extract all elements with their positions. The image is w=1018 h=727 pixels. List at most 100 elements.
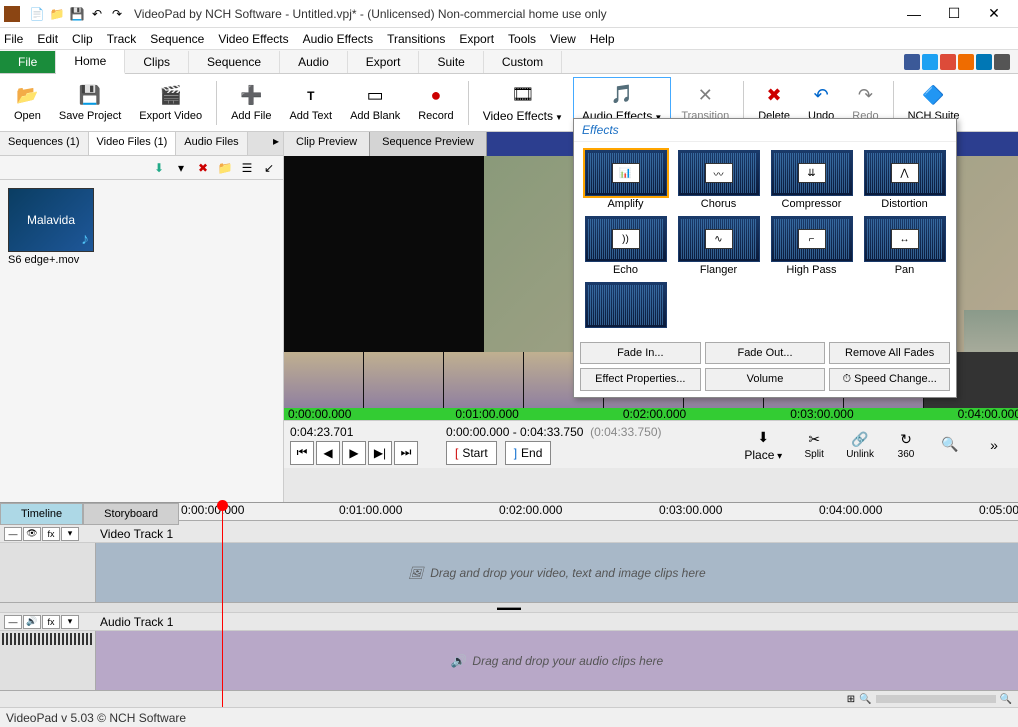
goto-end-button[interactable]: ⏭: [394, 441, 418, 465]
video-track[interactable]: 🖼 Drag and drop your video, text and ima…: [0, 543, 1018, 603]
volume-button[interactable]: Volume: [705, 368, 826, 391]
effect-properties-button[interactable]: Effect Properties...: [580, 368, 701, 391]
tab-sequences[interactable]: Sequences (1): [0, 132, 89, 155]
fx-icon[interactable]: fx: [42, 615, 60, 629]
panel-newfolder-icon[interactable]: 📁: [215, 158, 235, 178]
track-splitter[interactable]: ▬▬▬: [0, 603, 1018, 613]
tab-videofiles[interactable]: Video Files (1): [89, 132, 177, 155]
timeline-ruler[interactable]: 0:00:00.000 0:01:00.000 0:02:00.000 0:03…: [179, 503, 1018, 521]
panel-place-icon[interactable]: ↙: [259, 158, 279, 178]
end-button[interactable]: ]End: [505, 441, 552, 465]
effect-echo[interactable]: ))Echo: [582, 216, 669, 276]
tab-storyboard[interactable]: Storyboard: [83, 503, 179, 525]
googleplus-icon[interactable]: [940, 54, 956, 70]
ribbon-tab-clips[interactable]: Clips: [125, 51, 189, 73]
track-dropdown-icon[interactable]: ▾: [61, 527, 79, 541]
collapse-icon[interactable]: —: [4, 615, 22, 629]
menu-view[interactable]: View: [550, 32, 576, 46]
menu-audioeffects[interactable]: Audio Effects: [303, 32, 374, 46]
more-icon[interactable]: [994, 54, 1010, 70]
minimize-button[interactable]: —: [894, 1, 934, 27]
timeline-scrollbar[interactable]: [876, 695, 996, 703]
add-blank-button[interactable]: ▭Add Blank: [342, 77, 408, 129]
ribbon-tab-export[interactable]: Export: [348, 51, 420, 73]
ribbon-tab-home[interactable]: Home: [56, 50, 125, 74]
menu-clip[interactable]: Clip: [72, 32, 93, 46]
effect-flanger[interactable]: ∿Flanger: [675, 216, 762, 276]
ribbon-tab-suite[interactable]: Suite: [419, 51, 483, 73]
speaker-icon[interactable]: 🔊: [23, 615, 41, 629]
qat-redo-icon[interactable]: ↷: [108, 5, 126, 23]
menu-edit[interactable]: Edit: [37, 32, 58, 46]
zoom-in-button[interactable]: 🔍: [932, 433, 968, 457]
media-file-item[interactable]: Malavida S6 edge+.mov: [8, 188, 98, 266]
maximize-button[interactable]: ☐: [934, 1, 974, 27]
menu-transitions[interactable]: Transitions: [387, 32, 445, 46]
zoom-in-icon[interactable]: 🔍: [1000, 694, 1012, 705]
effect-chorus[interactable]: 〰Chorus: [675, 150, 762, 210]
effect-amplify[interactable]: 📊Amplify: [582, 150, 669, 210]
record-button[interactable]: ●Record: [410, 77, 461, 129]
ribbon-tab-sequence[interactable]: Sequence: [189, 51, 280, 73]
fx-icon[interactable]: fx: [42, 527, 60, 541]
qat-new-icon[interactable]: 📄: [28, 5, 46, 23]
tab-timeline[interactable]: Timeline: [0, 503, 83, 525]
add-file-button[interactable]: ➕Add File: [223, 77, 279, 129]
more-controls-button[interactable]: »: [976, 433, 1012, 457]
video-track-body[interactable]: 🖼 Drag and drop your video, text and ima…: [96, 543, 1018, 602]
tab-audiofiles[interactable]: Audio Files: [176, 132, 247, 155]
zoom-out-icon[interactable]: 🔍: [859, 694, 871, 705]
step-back-button[interactable]: ◀: [316, 441, 340, 465]
effect-highpass[interactable]: ⌐High Pass: [768, 216, 855, 276]
effect-extra[interactable]: [582, 282, 669, 328]
place-button[interactable]: ⬇Place ▾: [738, 426, 788, 464]
video-effects-button[interactable]: 🎞Video Effects▼: [475, 77, 571, 129]
menu-help[interactable]: Help: [590, 32, 615, 46]
zoom-fit-icon[interactable]: ⊞: [847, 694, 855, 705]
menu-sequence[interactable]: Sequence: [150, 32, 204, 46]
eye-icon[interactable]: 👁: [23, 527, 41, 541]
open-button[interactable]: 📂Open: [6, 77, 49, 129]
menu-videoeffects[interactable]: Video Effects: [218, 32, 288, 46]
tab-sequence-preview[interactable]: Sequence Preview: [370, 132, 487, 156]
360-button[interactable]: ↻360: [888, 427, 924, 462]
qat-save-icon[interactable]: 💾: [68, 5, 86, 23]
close-button[interactable]: ✕: [974, 1, 1014, 27]
effect-pan[interactable]: ↔Pan: [861, 216, 948, 276]
share-icon[interactable]: [958, 54, 974, 70]
qat-open-icon[interactable]: 📁: [48, 5, 66, 23]
speed-change-button[interactable]: ⏱ Speed Change...: [829, 368, 950, 391]
panel-tabs-scroll-icon[interactable]: ▸: [248, 132, 283, 155]
split-button[interactable]: ✂Split: [796, 427, 832, 462]
panel-add-icon[interactable]: ⬇: [149, 158, 169, 178]
twitter-icon[interactable]: [922, 54, 938, 70]
menu-file[interactable]: File: [4, 32, 23, 46]
audio-track[interactable]: 🔊 Drag and drop your audio clips here: [0, 631, 1018, 691]
ribbon-tab-custom[interactable]: Custom: [484, 51, 562, 73]
goto-start-button[interactable]: ⏮: [290, 441, 314, 465]
start-button[interactable]: [Start: [446, 441, 497, 465]
qat-undo-icon[interactable]: ↶: [88, 5, 106, 23]
save-project-button[interactable]: 💾Save Project: [51, 77, 129, 129]
menu-track[interactable]: Track: [107, 32, 137, 46]
linkedin-icon[interactable]: [976, 54, 992, 70]
panel-list-icon[interactable]: ☰: [237, 158, 257, 178]
ribbon-tab-audio[interactable]: Audio: [280, 51, 348, 73]
panel-delete-icon[interactable]: ✖: [193, 158, 213, 178]
effect-compressor[interactable]: ⇊Compressor: [768, 150, 855, 210]
audio-track-body[interactable]: 🔊 Drag and drop your audio clips here: [96, 631, 1018, 690]
playhead[interactable]: [222, 503, 223, 707]
tab-clip-preview[interactable]: Clip Preview: [284, 132, 370, 156]
fade-out-button[interactable]: Fade Out...: [705, 342, 826, 364]
effect-distortion[interactable]: ⋀Distortion: [861, 150, 948, 210]
ribbon-tab-file[interactable]: File: [0, 51, 56, 73]
step-forward-button[interactable]: ▶|: [368, 441, 392, 465]
track-dropdown-icon[interactable]: ▾: [61, 615, 79, 629]
collapse-icon[interactable]: —: [4, 527, 22, 541]
fade-in-button[interactable]: Fade In...: [580, 342, 701, 364]
unlink-button[interactable]: 🔗Unlink: [840, 427, 880, 462]
add-text-button[interactable]: TAdd Text: [281, 77, 340, 129]
export-video-button[interactable]: 🎬Export Video: [131, 77, 210, 129]
remove-fades-button[interactable]: Remove All Fades: [829, 342, 950, 364]
facebook-icon[interactable]: [904, 54, 920, 70]
